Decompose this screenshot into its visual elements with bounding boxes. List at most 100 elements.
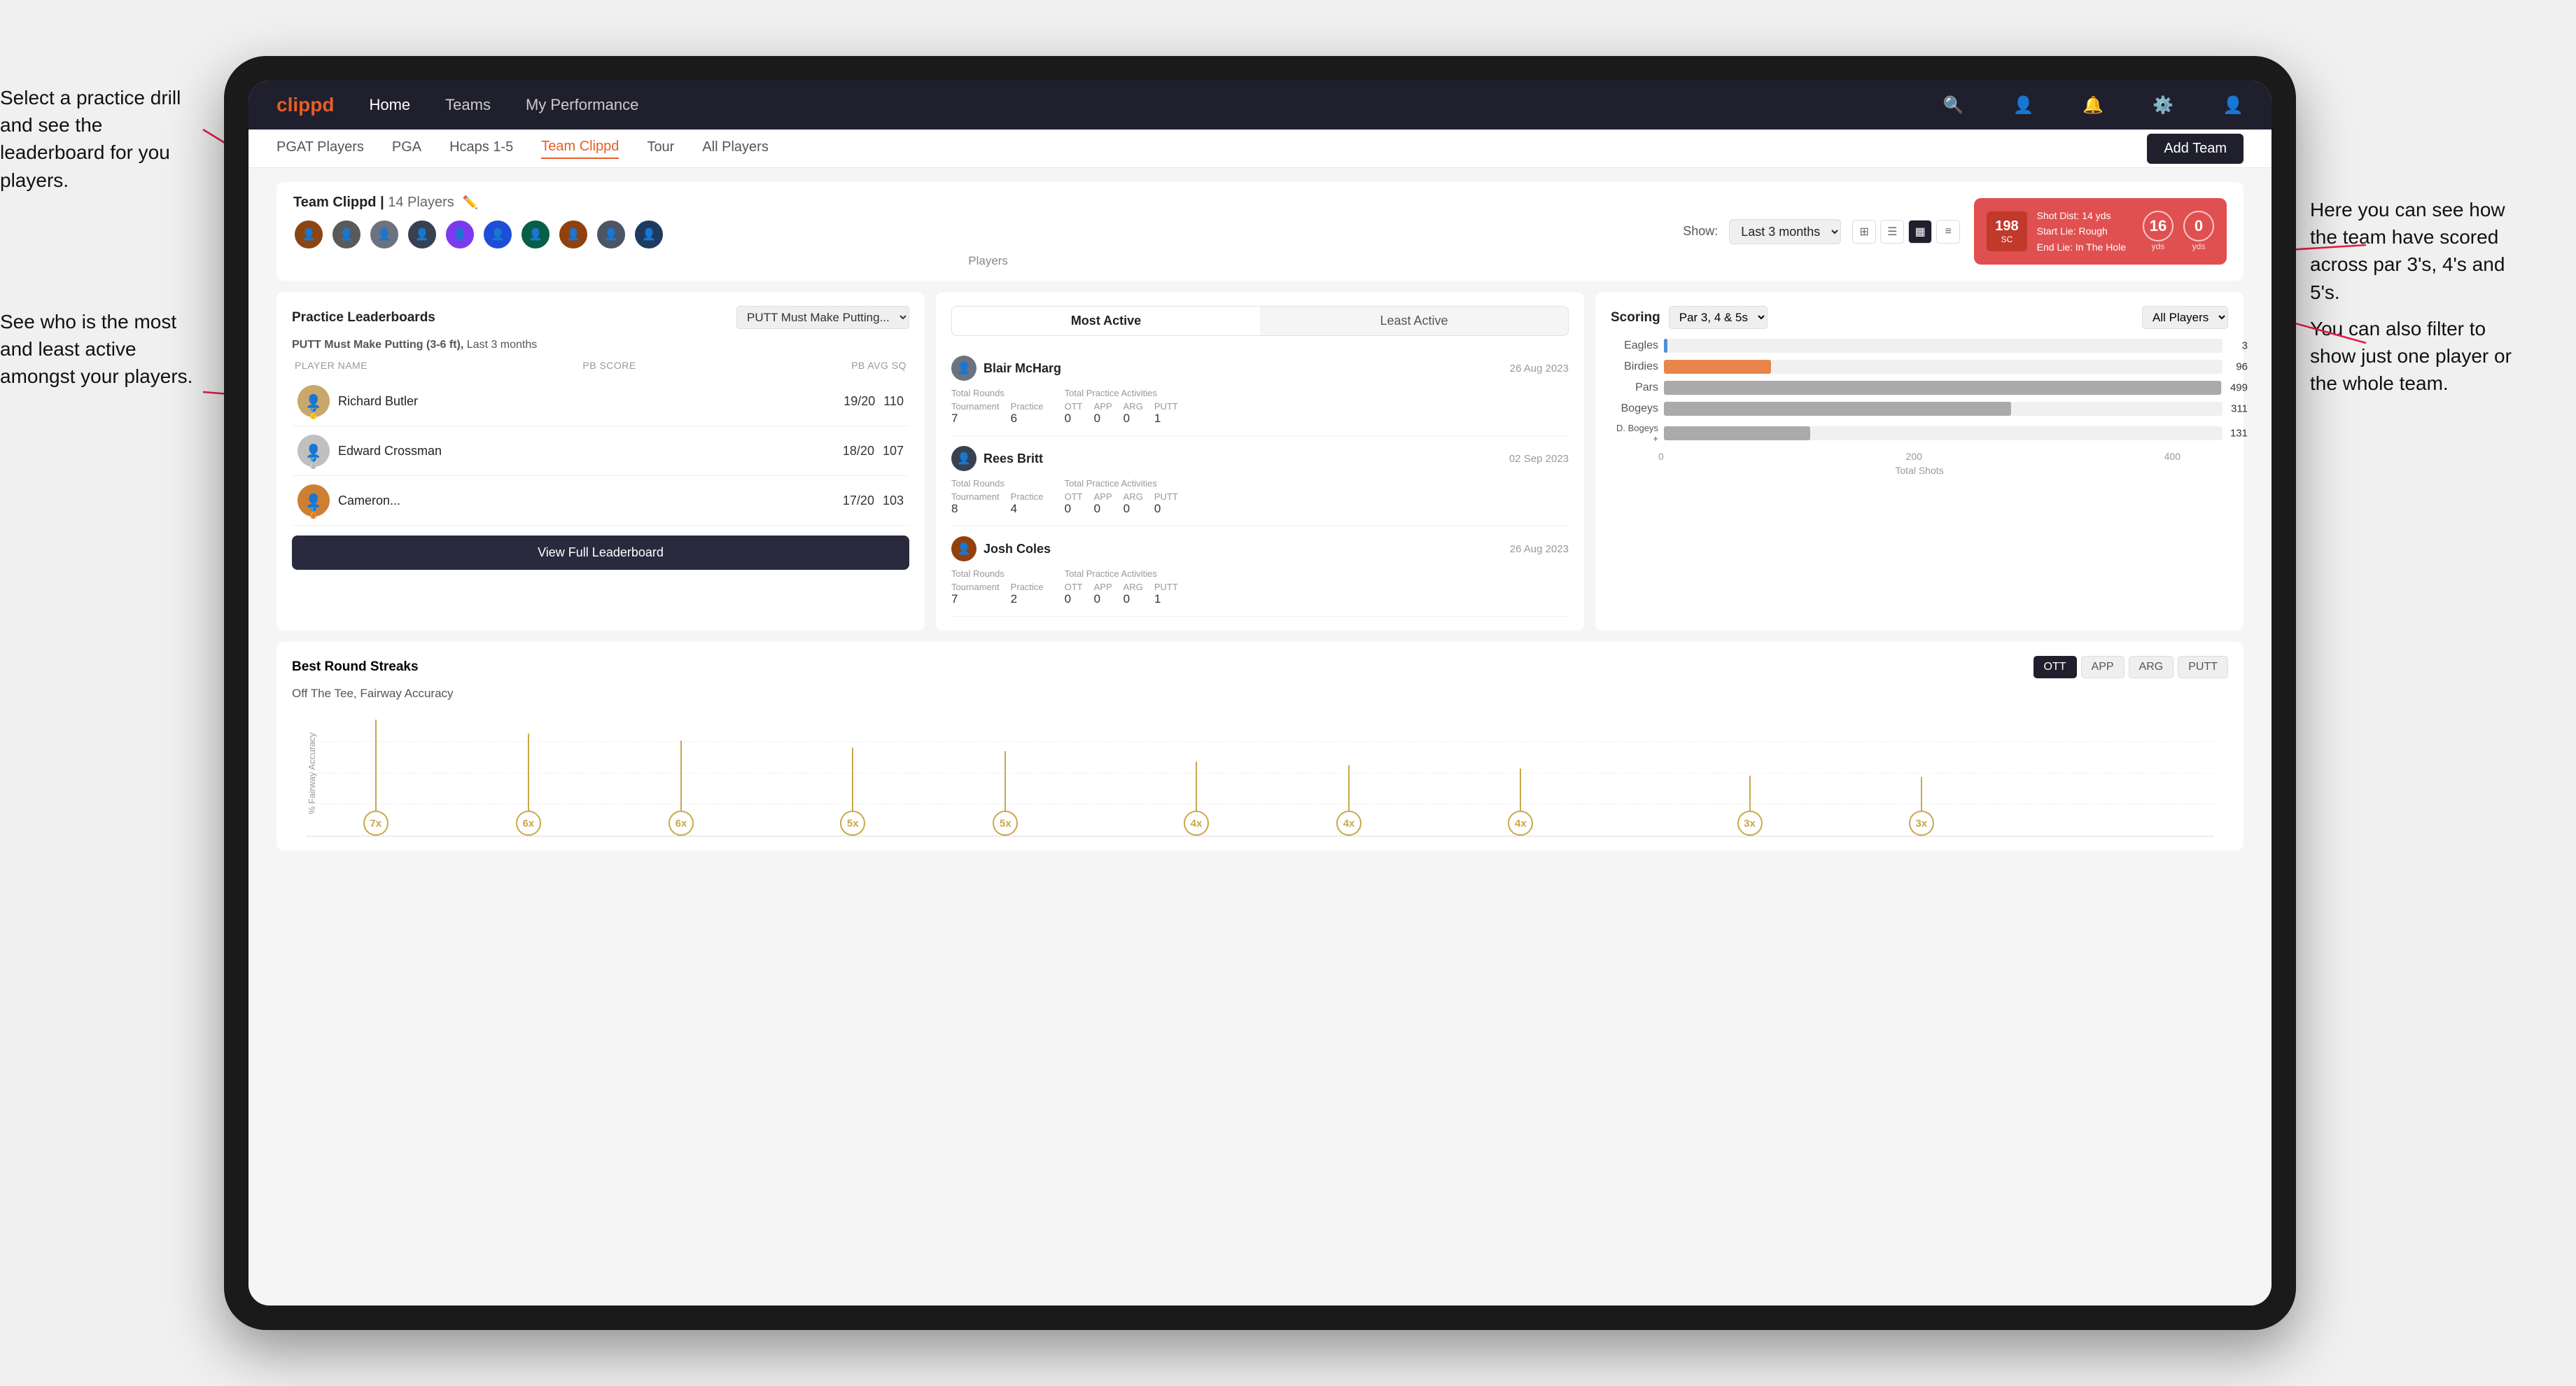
search-icon[interactable]: 🔍 <box>1943 95 1964 115</box>
active-player-name-1: Blair McHarg <box>983 361 1061 376</box>
bar-val-eagles: 3 <box>2242 340 2248 352</box>
video-badge-number: 198 <box>1995 218 2018 234</box>
medal-1: 🥇 <box>307 408 319 420</box>
player-score-3: 17/20 <box>843 493 874 508</box>
scoring-title: Scoring <box>1611 310 1660 326</box>
streak-pin-6: 4x <box>1184 762 1209 836</box>
player-avg-3: 103 <box>883 493 904 508</box>
streak-pin-9: 3x <box>1737 776 1763 836</box>
annotation-1-text: Select a practice drill and see the lead… <box>0 87 181 191</box>
streaks-tab-putt[interactable]: PUTT <box>2178 656 2228 678</box>
streaks-tab-app[interactable]: APP <box>2081 656 2124 678</box>
avatar[interactable]: 👤 <box>596 219 626 250</box>
streaks-tab-ott[interactable]: OTT <box>2033 656 2077 678</box>
subnav-team-clippd[interactable]: Team Clippd <box>541 139 619 159</box>
avatar[interactable]: 👤 <box>444 219 475 250</box>
practice-val-1: 6 <box>1011 412 1044 426</box>
active-player-date-2: 02 Sep 2023 <box>1509 453 1569 465</box>
col-player-name: PLAYER NAME <box>295 360 368 371</box>
user-avatar-icon[interactable]: 👤 <box>2222 95 2244 115</box>
avatar[interactable]: 👤 <box>520 219 551 250</box>
player-name-3: Cameron... <box>338 493 834 508</box>
total-rounds-label: Total Rounds <box>951 388 1044 398</box>
x-label-200: 200 <box>1906 451 1922 462</box>
player-avatar-2: 👤 🥈 <box>298 435 330 467</box>
streaks-tab-arg[interactable]: ARG <box>2129 656 2174 678</box>
settings-icon[interactable]: ⚙️ <box>2152 95 2174 115</box>
view-full-leaderboard-button[interactable]: View Full Leaderboard <box>292 536 909 570</box>
players-label: Players <box>293 254 1683 268</box>
team-header-card: Team Clippd | 14 Players ✏️ 👤 👤 👤 👤 👤 👤 … <box>276 182 2244 281</box>
stat-yds-2: 0 <box>2183 211 2214 241</box>
stat-yds-1: 16 <box>2143 211 2174 241</box>
medal-3: 🥉 <box>307 507 319 519</box>
streak-pin-8: 4x <box>1508 769 1533 836</box>
streak-pin-1: 7x <box>363 720 388 836</box>
subnav-pga[interactable]: PGA <box>392 139 421 158</box>
most-active-tab[interactable]: Most Active <box>952 307 1260 335</box>
leaderboard-row: 👤 🥈 Edward Crossman 18/20 107 <box>292 426 909 476</box>
grid-view-icon[interactable]: ⊞ <box>1852 220 1876 244</box>
streak-pin-10: 3x <box>1909 777 1934 836</box>
filter-icon[interactable]: ≡ <box>1936 220 1960 244</box>
streak-pin-5: 5x <box>993 751 1018 836</box>
add-team-button[interactable]: Add Team <box>2147 134 2244 164</box>
subnav-tour[interactable]: Tour <box>647 139 674 158</box>
total-rounds-label-3: Total Rounds <box>951 568 1044 579</box>
drill-select[interactable]: PUTT Must Make Putting... <box>736 306 909 329</box>
least-active-tab[interactable]: Least Active <box>1260 307 1568 335</box>
show-label: Show: <box>1683 224 1718 239</box>
leaderboard-row: 👤 🥉 Cameron... 17/20 103 <box>292 476 909 526</box>
bar-label-pars: Pars <box>1616 382 1658 394</box>
nav-my-performance[interactable]: My Performance <box>526 96 638 114</box>
annotation-4: You can also filter to show just one pla… <box>2310 315 2534 398</box>
player-name-1: Richard Butler <box>338 394 835 409</box>
player-filter-select[interactable]: All Players <box>2142 306 2228 329</box>
stat-yds-1-label: yds <box>2143 241 2174 251</box>
show-period-select[interactable]: Last 3 months <box>1729 219 1841 244</box>
card-view-icon[interactable]: ▦ <box>1908 220 1932 244</box>
chart-x-labels: 0 200 400 <box>1611 451 2228 462</box>
player-card-avatar-1: 👤 <box>951 356 976 381</box>
subnav-all-players[interactable]: All Players <box>702 139 768 158</box>
avatar[interactable]: 👤 <box>369 219 400 250</box>
total-rounds-label-2: Total Rounds <box>951 478 1044 489</box>
col-pb-score: PB SCORE <box>582 360 636 371</box>
nav-home[interactable]: Home <box>369 96 410 114</box>
avatar[interactable]: 👤 <box>407 219 438 250</box>
panels-grid: Practice Leaderboards PUTT Must Make Put… <box>276 292 2244 631</box>
bar-fill-pars <box>1664 381 2221 395</box>
x-label-0: 0 <box>1658 451 1664 462</box>
edit-team-icon[interactable]: ✏️ <box>463 195 478 210</box>
people-icon[interactable]: 👤 <box>2012 95 2033 115</box>
lb-subtitle: PUTT Must Make Putting (3-6 ft), Last 3 … <box>292 339 909 351</box>
avatar[interactable]: 👤 <box>558 219 589 250</box>
list-view-icon[interactable]: ☰ <box>1880 220 1904 244</box>
medal-2: 🥈 <box>307 458 319 470</box>
par-filter-select[interactable]: Par 3, 4 & 5s <box>1669 306 1768 329</box>
avatar[interactable]: 👤 <box>293 219 324 250</box>
main-content: Team Clippd | 14 Players ✏️ 👤 👤 👤 👤 👤 👤 … <box>248 168 2272 1306</box>
player-avatar-3: 👤 🥉 <box>298 484 330 517</box>
practice-leaderboards-panel: Practice Leaderboards PUTT Must Make Put… <box>276 292 925 631</box>
most-active-panel: Most Active Least Active 👤 Blair McHarg … <box>936 292 1584 631</box>
annotation-1: Select a practice drill and see the lead… <box>0 84 196 194</box>
player-avg-2: 107 <box>883 444 904 458</box>
subnav-pgat[interactable]: PGAT Players <box>276 139 364 158</box>
annotation-2-text: See who is the most and least active amo… <box>0 311 192 387</box>
bell-icon[interactable]: 🔔 <box>2082 95 2104 115</box>
subnav-hcaps[interactable]: Hcaps 1-5 <box>449 139 513 158</box>
avatar[interactable]: 👤 <box>331 219 362 250</box>
avatar[interactable]: 👤 <box>482 219 513 250</box>
x-label-400: 400 <box>2164 451 2180 462</box>
stat-yds-2-label: yds <box>2183 241 2214 251</box>
bar-val-bogeys: 311 <box>2231 403 2248 415</box>
practice-activities-label: Total Practice Activities <box>1065 388 1178 398</box>
col-pb-avg: PB AVG SQ <box>851 360 906 371</box>
active-tabs: Most Active Least Active <box>951 306 1569 336</box>
tablet-screen: clippd Home Teams My Performance 🔍 👤 🔔 ⚙… <box>248 80 2272 1306</box>
bar-val-pars: 499 <box>2230 382 2248 394</box>
avatar[interactable]: 👤 <box>634 219 664 250</box>
nav-teams[interactable]: Teams <box>445 96 491 114</box>
annotation-3-text: Here you can see how the team have score… <box>2310 199 2505 303</box>
